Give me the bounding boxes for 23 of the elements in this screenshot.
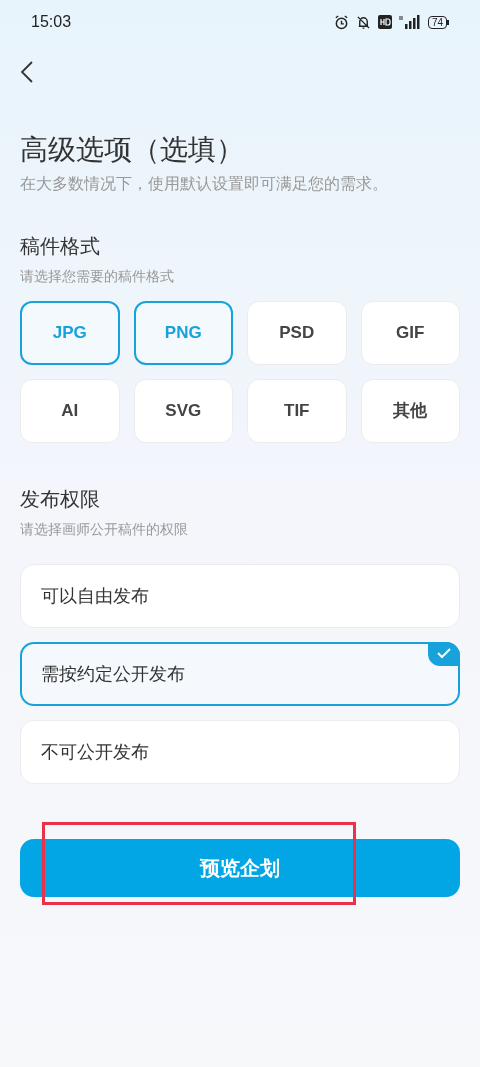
format-option[interactable]: 其他 (360, 379, 460, 443)
permission-option[interactable]: 不可公开发布 (20, 720, 460, 784)
section-hint: 请选择画师公开稿件的权限 (20, 520, 189, 539)
hd-icon (377, 15, 392, 29)
format-option[interactable]: PSD (247, 301, 347, 365)
signal-icon (398, 15, 421, 29)
permission-option[interactable]: 可以自由发布 (20, 564, 460, 628)
format-option[interactable]: SVG (133, 379, 233, 443)
format-option[interactable]: AI (20, 379, 120, 443)
page-subtitle: 在大多数情况下，使用默认设置即可满足您的需求。 (20, 174, 389, 194)
check-icon (428, 642, 460, 666)
back-icon[interactable] (20, 60, 34, 84)
section-title: 发布权限 (20, 487, 101, 512)
format-option[interactable]: GIF (360, 301, 460, 365)
format-option[interactable]: TIF (247, 379, 347, 443)
section-title: 稿件格式 (20, 234, 101, 259)
muted-bell-icon (355, 14, 371, 30)
permission-option[interactable]: 需按约定公开发布 (20, 642, 460, 706)
status-time: 15:03 (31, 12, 72, 32)
alarm-icon (333, 14, 349, 30)
page-title: 高级选项（选填） (20, 133, 245, 167)
section-hint: 请选择您需要的稿件格式 (20, 267, 175, 286)
battery-icon: 74 (427, 15, 449, 29)
